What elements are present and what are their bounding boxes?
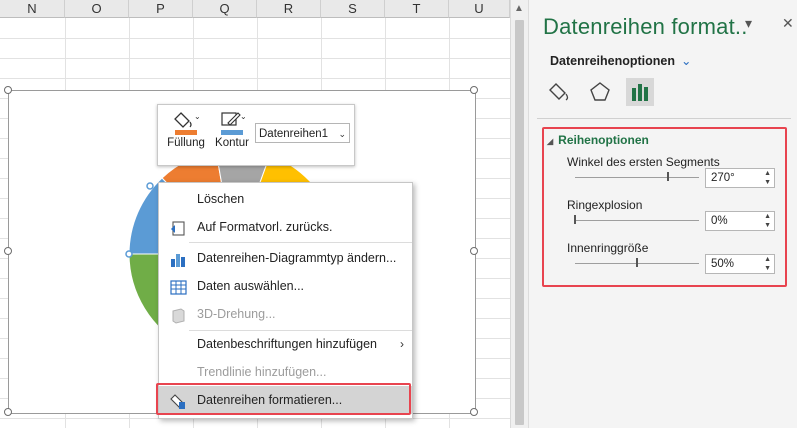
paint-bucket-icon [549, 83, 569, 101]
column-header-p[interactable]: P [129, 0, 193, 18]
series-options-tab[interactable] [626, 78, 654, 106]
series-options-dropdown[interactable]: Datenreihenoptionen ⌄ [550, 53, 692, 68]
series-select-value: Datenreihen1 [259, 128, 329, 140]
column-header-n[interactable]: N [0, 0, 65, 18]
fill-label: Füllung [167, 137, 205, 149]
menu-item-change-chart-type[interactable]: Datenreihen-Diagrammtyp ändern... [159, 244, 412, 272]
chevron-right-icon: › [400, 337, 404, 351]
outline-label: Kontur [215, 137, 249, 149]
column-header-t[interactable]: T [385, 0, 449, 18]
divider [537, 118, 791, 119]
svg-text:⌄: ⌄ [194, 112, 199, 121]
series-select[interactable]: Datenreihen1 ⌄ [255, 123, 350, 143]
menu-item-reset-style[interactable]: Auf Formatvorl. zurücks. [159, 213, 412, 241]
close-icon[interactable]: ✕ [782, 15, 794, 32]
chart-type-icon [170, 250, 187, 267]
series-selection-point[interactable] [125, 250, 133, 258]
series-selection-point[interactable] [146, 182, 154, 190]
menu-item-add-trendline: Trendlinie hinzufügen... [159, 358, 412, 386]
menu-item-label: Löschen [197, 192, 245, 206]
resize-handle-bottom-right[interactable] [470, 408, 478, 416]
column-header-o[interactable]: O [65, 0, 129, 18]
column-header-r[interactable]: R [257, 0, 321, 18]
column-header-s[interactable]: S [321, 0, 385, 18]
highlight-frame-series-options [542, 127, 787, 287]
resize-handle-left[interactable] [4, 247, 12, 255]
menu-item-label: Datenreihen-Diagrammtyp ändern... [197, 251, 397, 265]
select-data-icon [170, 278, 187, 295]
scrollbar-thumb[interactable] [515, 20, 524, 425]
fill-button[interactable]: ⌄ Füllung [164, 109, 208, 149]
menu-item-label: Datenbeschriftungen hinzufügen [197, 337, 377, 351]
column-header-u[interactable]: U [449, 0, 510, 18]
mini-toolbar: ⌄ Füllung ⌄ Kontur Datenreihen1 ⌄ [157, 104, 355, 166]
effects-tab[interactable] [586, 78, 614, 106]
pen-icon: ⌄ [219, 109, 247, 137]
resize-handle-bottom-left[interactable] [4, 408, 12, 416]
menu-item-label: Trendlinie hinzufügen... [197, 365, 327, 379]
worksheet[interactable]: N O P Q R S T U ⌄ Füllung ⌄ Kontur Daten… [0, 0, 510, 428]
bar-chart-icon [632, 84, 648, 101]
paint-bucket-icon: ⌄ [173, 109, 201, 137]
grid-line [0, 38, 510, 39]
resize-handle-right[interactable] [470, 247, 478, 255]
menu-item-select-data[interactable]: Daten auswählen... [159, 272, 412, 300]
highlight-frame-menu-item [156, 383, 411, 415]
menu-item-label: 3D-Drehung... [197, 307, 276, 321]
menu-item-label: Daten auswählen... [197, 279, 305, 293]
series-options-label: Datenreihenoptionen [550, 54, 676, 68]
menu-item-add-data-labels[interactable]: Datenbeschriftungen hinzufügen › [159, 330, 412, 358]
grid-line [0, 78, 510, 79]
chevron-down-icon[interactable]: ▾ [745, 15, 752, 32]
3d-rotation-icon [170, 306, 187, 324]
resize-handle-top-right[interactable] [470, 86, 478, 94]
reset-style-icon [170, 219, 187, 236]
format-series-pane: Datenreihen format.. ▾ ✕ Datenreihenopti… [528, 0, 797, 428]
svg-text:⌄: ⌄ [240, 112, 245, 121]
menu-item-label: Auf Formatvorl. zurücks. [197, 220, 333, 234]
fill-line-tab[interactable] [547, 78, 575, 106]
column-header-q[interactable]: Q [193, 0, 257, 18]
vertical-scrollbar[interactable]: ▲ [510, 0, 528, 428]
chevron-down-icon: ⌄ [681, 54, 692, 68]
grid-line [0, 58, 510, 59]
menu-item-delete[interactable]: Löschen [159, 185, 412, 213]
pane-title: Datenreihen format.. [543, 14, 748, 39]
scroll-up-icon[interactable]: ▲ [514, 3, 524, 14]
menu-item-3d-rotation: 3D-Drehung... [159, 300, 412, 328]
menu-separator [189, 242, 412, 243]
outline-button[interactable]: ⌄ Kontur [212, 109, 252, 149]
pentagon-icon [590, 82, 610, 101]
chevron-down-icon: ⌄ [338, 129, 346, 139]
resize-handle-top-left[interactable] [4, 86, 12, 94]
